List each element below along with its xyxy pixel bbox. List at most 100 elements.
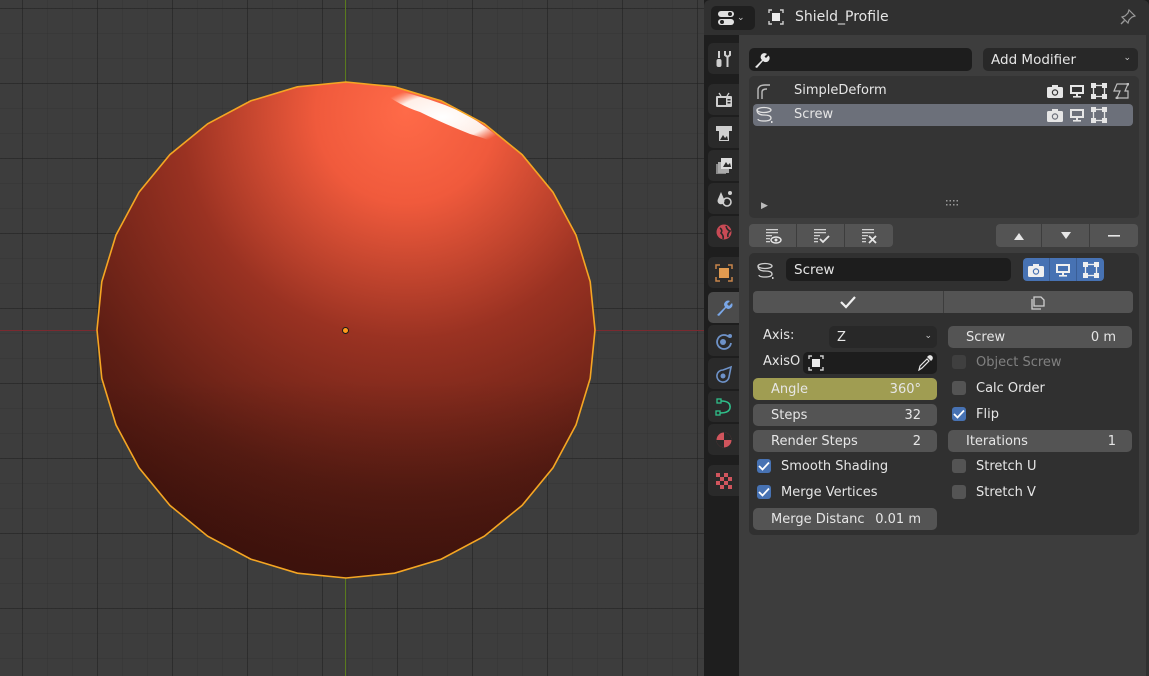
modifier-stack-list[interactable]: SimpleDeform Screw ▶ bbox=[749, 76, 1139, 218]
viewport-toggle[interactable] bbox=[1050, 258, 1077, 281]
monitor-icon[interactable] bbox=[1069, 107, 1085, 123]
move-down-button[interactable] bbox=[1042, 224, 1090, 247]
tab-object-data[interactable] bbox=[708, 391, 739, 422]
axis-object-field[interactable] bbox=[803, 352, 937, 374]
smooth-shading-checkbox[interactable]: Smooth Shading bbox=[757, 457, 888, 475]
resize-grip-icon[interactable] bbox=[946, 200, 958, 206]
3d-viewport[interactable] bbox=[0, 0, 704, 676]
checkbox-checked[interactable] bbox=[952, 407, 966, 421]
checkbox-checked[interactable] bbox=[757, 459, 771, 473]
monitor-icon[interactable] bbox=[1069, 83, 1085, 99]
checkbox-unchecked[interactable] bbox=[952, 355, 966, 369]
flip-checkbox[interactable]: Flip bbox=[952, 405, 999, 423]
merge-vertices-checkbox[interactable]: Merge Vertices bbox=[757, 483, 878, 501]
pin-icon[interactable] bbox=[1120, 9, 1136, 25]
screw-modifier-panel: Screw Axis: Z ⌄ AxisO Angle 360° Steps 3… bbox=[749, 253, 1139, 535]
modifier-list-item[interactable]: Screw bbox=[753, 104, 1133, 126]
calc-order-checkbox[interactable]: Calc Order bbox=[952, 379, 1045, 397]
tab-texture[interactable] bbox=[708, 465, 739, 496]
stretch-u-checkbox[interactable]: Stretch U bbox=[952, 457, 1037, 475]
list-x-icon bbox=[862, 228, 877, 244]
object-origin-dot[interactable] bbox=[342, 327, 349, 334]
camera-icon[interactable] bbox=[1047, 107, 1063, 123]
modifier-visibility-toggles bbox=[1023, 258, 1104, 281]
object-name: Shield_Profile bbox=[795, 9, 889, 25]
checkbox-unchecked[interactable] bbox=[952, 381, 966, 395]
tab-render[interactable] bbox=[708, 84, 739, 115]
simple-deform-icon bbox=[757, 84, 770, 99]
screw-label: Screw bbox=[966, 329, 1006, 345]
properties-editor: ⌄ Shield_Profile Add Modifier ⌄ SimpleDe… bbox=[704, 0, 1149, 676]
apply-button[interactable] bbox=[753, 291, 944, 313]
modifier-name: SimpleDeform bbox=[794, 83, 887, 98]
camera-icon bbox=[1028, 263, 1044, 277]
object-screw-label: Object Screw bbox=[976, 354, 1062, 370]
modifier-search-field[interactable] bbox=[749, 48, 972, 71]
editor-type-button[interactable]: ⌄ bbox=[711, 6, 755, 30]
tab-physics[interactable] bbox=[708, 358, 739, 389]
editmode-icon[interactable] bbox=[1091, 83, 1107, 99]
modifier-list-item[interactable]: SimpleDeform bbox=[753, 80, 1133, 102]
smooth-shading-label: Smooth Shading bbox=[781, 458, 889, 474]
object-screw-checkbox[interactable]: Object Screw bbox=[952, 353, 1062, 371]
filter-enabled-button[interactable] bbox=[797, 224, 845, 247]
tab-material[interactable] bbox=[708, 424, 739, 455]
steps-field[interactable]: Steps 32 bbox=[753, 404, 937, 426]
triangle-up-icon bbox=[1013, 232, 1024, 240]
world-icon bbox=[716, 224, 731, 239]
checkmark-icon bbox=[758, 487, 770, 497]
apply-row bbox=[753, 291, 1133, 313]
object-data-icon bbox=[808, 355, 824, 371]
editmode-icon[interactable] bbox=[1091, 107, 1107, 123]
camera-icon[interactable] bbox=[1047, 83, 1063, 99]
modifier-name-field[interactable]: Screw bbox=[786, 258, 1011, 281]
checkbox-unchecked[interactable] bbox=[952, 485, 966, 499]
tab-scene[interactable] bbox=[708, 183, 739, 214]
eyedropper-icon[interactable] bbox=[917, 355, 933, 371]
checkbox-checked[interactable] bbox=[757, 485, 771, 499]
screw-offset-field[interactable]: Screw 0 m bbox=[948, 326, 1132, 348]
axis-dropdown[interactable]: Z ⌄ bbox=[829, 326, 937, 348]
merge-distance-label: Merge Distanc bbox=[771, 511, 865, 527]
axis-value: Z bbox=[837, 329, 846, 345]
checkmark-icon bbox=[758, 461, 770, 471]
wrench-icon bbox=[716, 300, 732, 316]
merge-distance-field[interactable]: Merge Distanc 0.01 m bbox=[753, 508, 937, 530]
tab-modifiers[interactable] bbox=[708, 292, 739, 323]
stretch-v-checkbox[interactable]: Stretch V bbox=[952, 483, 1036, 501]
render-toggle[interactable] bbox=[1023, 258, 1050, 281]
remove-modifier-button[interactable] bbox=[1090, 224, 1138, 247]
particles-icon bbox=[715, 333, 732, 350]
add-modifier-dropdown[interactable]: Add Modifier ⌄ bbox=[983, 48, 1138, 71]
iterations-field[interactable]: Iterations 1 bbox=[948, 430, 1132, 452]
filter-remove-button[interactable] bbox=[845, 224, 893, 247]
expand-triangle-icon[interactable]: ▶ bbox=[761, 201, 768, 211]
angle-label: Angle bbox=[771, 381, 808, 397]
tab-view-layer[interactable] bbox=[708, 150, 739, 181]
chevron-down-icon: ⌄ bbox=[737, 13, 745, 23]
checkbox-unchecked[interactable] bbox=[952, 459, 966, 473]
list-filter-buttons bbox=[749, 224, 893, 247]
filter-visible-button[interactable] bbox=[749, 224, 797, 247]
flip-label: Flip bbox=[976, 406, 999, 422]
tab-world[interactable] bbox=[708, 216, 739, 247]
tab-particles[interactable] bbox=[708, 325, 739, 356]
merge-distance-value: 0.01 m bbox=[875, 511, 921, 527]
merge-vertices-label: Merge Vertices bbox=[781, 484, 878, 500]
copy-button[interactable] bbox=[943, 291, 1133, 313]
modifiers-panel: Add Modifier ⌄ SimpleDeform Screw ▶ Scre… bbox=[739, 35, 1149, 676]
object-data-icon bbox=[768, 9, 784, 25]
tab-output[interactable] bbox=[708, 117, 739, 148]
tab-object[interactable] bbox=[708, 257, 739, 288]
angle-field[interactable]: Angle 360° bbox=[753, 378, 937, 400]
angle-value: 360° bbox=[889, 381, 921, 397]
move-up-button[interactable] bbox=[996, 224, 1042, 247]
editmode-toggle[interactable] bbox=[1077, 258, 1104, 281]
on-cage-icon[interactable] bbox=[1113, 83, 1129, 99]
iterations-label: Iterations bbox=[966, 433, 1028, 449]
render-steps-field[interactable]: Render Steps 2 bbox=[753, 430, 937, 452]
list-order-buttons bbox=[996, 224, 1138, 247]
shield-object[interactable] bbox=[0, 0, 704, 676]
tab-tool[interactable] bbox=[708, 43, 739, 74]
texture-icon bbox=[715, 472, 732, 489]
